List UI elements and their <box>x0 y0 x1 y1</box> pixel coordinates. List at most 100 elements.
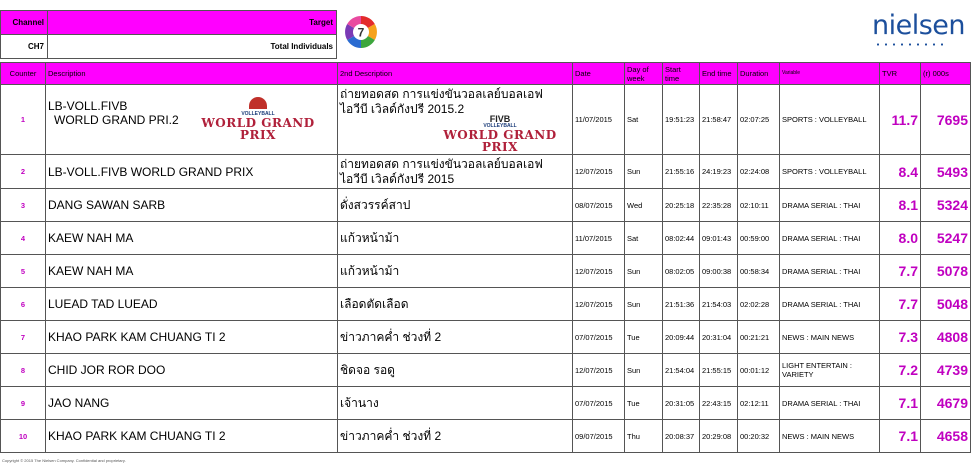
cell-variable: LIGHT ENTERTAIN : VARIETY <box>779 353 880 387</box>
cell-variable: DRAMA SERIAL : THAI <box>779 287 880 321</box>
cell-variable: DRAMA SERIAL : THAI <box>779 254 880 288</box>
cell-day: Tue <box>624 320 663 354</box>
cell-duration: 02:12:11 <box>737 386 780 420</box>
col-description: Description <box>45 62 338 85</box>
cell-end: 09:01:43 <box>699 221 738 255</box>
cell-counter: 2 <box>0 154 46 189</box>
cell-000s: 5324 <box>920 188 971 222</box>
cell-date: 07/07/2015 <box>572 320 625 354</box>
cell-end: 24:19:23 <box>699 154 738 189</box>
cell-000s: 4679 <box>920 386 971 420</box>
cell-start: 20:25:18 <box>662 188 700 222</box>
cell-counter: 1 <box>0 84 46 155</box>
col-tvr: TVR <box>879 62 921 85</box>
cell-counter: 5 <box>0 254 46 288</box>
cell-start: 20:31:05 <box>662 386 700 420</box>
col-date: Date <box>572 62 625 85</box>
cell-2nd-description: ข่าวภาคค่ำ ช่วงที่ 2 <box>337 320 573 354</box>
cell-day: Sun <box>624 154 663 189</box>
table-row: 1 LB-VOLL.FIVB WORLD GRAND PRI.2 VOLLEYB… <box>0 84 971 155</box>
table-row: 3 DANG SAWAN SARB ดั่งสวรรค์สาป 08/07/20… <box>0 188 971 222</box>
nielsen-logo: nielsen <box>872 10 966 41</box>
cell-duration: 02:07:25 <box>737 84 780 155</box>
cell-counter: 9 <box>0 386 46 420</box>
cell-end: 21:58:47 <box>699 84 738 155</box>
desc-line2: WORLD GRAND PRI.2 <box>54 112 179 127</box>
cell-tvr: 8.1 <box>879 188 921 222</box>
col-day: Day of week <box>624 62 663 85</box>
col-counter: Counter <box>0 62 46 85</box>
cell-000s: 5493 <box>920 154 971 189</box>
table-row: 9 JAO NANG เจ้านาง 07/07/2015 Tue 20:31:… <box>0 386 971 420</box>
copyright-footer: Copyright © 2015 The Nielsen Company. Co… <box>2 458 126 463</box>
cell-2nd-description: ข่าวภาคค่ำ ช่วงที่ 2 <box>337 419 573 453</box>
desc2-line2: ไอวีบี เวิลด์กังปรี 2015 <box>340 171 455 186</box>
channel-label: Channel <box>0 10 48 35</box>
cell-day: Tue <box>624 386 663 420</box>
cell-2nd-description: เลือดตัดเลือด <box>337 287 573 321</box>
fivb-logo-title: WORLD GRAND PRIX <box>443 127 557 154</box>
cell-duration: 00:58:34 <box>737 254 780 288</box>
cell-description: JAO NANG <box>45 386 338 420</box>
cell-day: Sat <box>624 221 663 255</box>
cell-date: 11/07/2015 <box>572 84 625 155</box>
fivb-logo-title: WORLD GRAND PRIX <box>201 115 315 142</box>
cell-counter: 10 <box>0 419 46 453</box>
cell-end: 21:55:15 <box>699 353 738 387</box>
cell-2nd-description: ถ่ายทอดสด การแข่งขันวอลเลย์บอลเอฟ ไอวีบี… <box>337 154 573 189</box>
table-row: 5 KAEW NAH MA แก้วหน้าม้า 12/07/2015 Sun… <box>0 254 971 288</box>
channel-value: CH7 <box>0 34 48 59</box>
cell-start: 21:54:04 <box>662 353 700 387</box>
cell-start: 20:09:44 <box>662 320 700 354</box>
cell-description: KHAO PARK KAM CHUANG TI 2 <box>45 419 338 453</box>
cell-end: 09:00:38 <box>699 254 738 288</box>
cell-2nd-description: เจ้านาง <box>337 386 573 420</box>
cell-duration: 00:59:00 <box>737 221 780 255</box>
col-start: Start time <box>662 62 700 85</box>
cell-date: 09/07/2015 <box>572 419 625 453</box>
cell-variable: DRAMA SERIAL : THAI <box>779 221 880 255</box>
cell-date: 12/07/2015 <box>572 287 625 321</box>
ratings-table: Counter Description 2nd Description Date… <box>0 62 971 453</box>
col-variable: Variable <box>779 62 880 85</box>
cell-duration: 02:02:28 <box>737 287 780 321</box>
cell-start: 08:02:05 <box>662 254 700 288</box>
cell-000s: 7695 <box>920 84 971 155</box>
cell-start: 21:55:16 <box>662 154 700 189</box>
volleyball-icon <box>249 96 267 109</box>
cell-day: Wed <box>624 188 663 222</box>
table-row: 6 LUEAD TAD LUEAD เลือดตัดเลือด 12/07/20… <box>0 287 971 321</box>
cell-description: LUEAD TAD LUEAD <box>45 287 338 321</box>
cell-2nd-description: ชิดจอ รอดู <box>337 353 573 387</box>
cell-variable: NEWS : MAIN NEWS <box>779 320 880 354</box>
cell-000s: 4739 <box>920 353 971 387</box>
channel7-logo-icon: 7 <box>345 16 377 48</box>
cell-variable: DRAMA SERIAL : THAI <box>779 188 880 222</box>
cell-date: 12/07/2015 <box>572 254 625 288</box>
col-duration: Duration <box>737 62 780 85</box>
cell-counter: 4 <box>0 221 46 255</box>
cell-tvr: 7.2 <box>879 353 921 387</box>
cell-duration: 02:10:11 <box>737 188 780 222</box>
cell-000s: 5048 <box>920 287 971 321</box>
table-row: 4 KAEW NAH MA แก้วหน้าม้า 11/07/2015 Sat… <box>0 221 971 255</box>
target-value: Total Individuals <box>47 34 337 59</box>
cell-counter: 6 <box>0 287 46 321</box>
cell-description: LB-VOLL.FIVB WORLD GRAND PRI.2 VOLLEYBAL… <box>45 84 338 155</box>
cell-counter: 8 <box>0 353 46 387</box>
cell-start: 19:51:23 <box>662 84 700 155</box>
desc2-line1: ถ่ายทอดสด การแข่งขันวอลเลย์บอลเอฟ <box>340 156 543 171</box>
cell-end: 20:31:04 <box>699 320 738 354</box>
cell-duration: 02:24:08 <box>737 154 780 189</box>
cell-duration: 00:21:21 <box>737 320 780 354</box>
cell-2nd-description: ดั่งสวรรค์สาป <box>337 188 573 222</box>
cell-duration: 00:20:32 <box>737 419 780 453</box>
cell-2nd-description: ถ่ายทอดสด การแข่งขันวอลเลย์บอลเอฟ ไอวีบี… <box>337 84 573 155</box>
channel7-logo-number: 7 <box>358 26 365 40</box>
cell-tvr: 7.1 <box>879 386 921 420</box>
cell-tvr: 7.3 <box>879 320 921 354</box>
cell-counter: 7 <box>0 320 46 354</box>
fivb-logo: VOLLEYBALL WORLD GRAND PRIX <box>188 96 328 142</box>
cell-date: 11/07/2015 <box>572 221 625 255</box>
table-row: 2 LB-VOLL.FIVB WORLD GRAND PRIX ถ่ายทอดส… <box>0 154 971 189</box>
